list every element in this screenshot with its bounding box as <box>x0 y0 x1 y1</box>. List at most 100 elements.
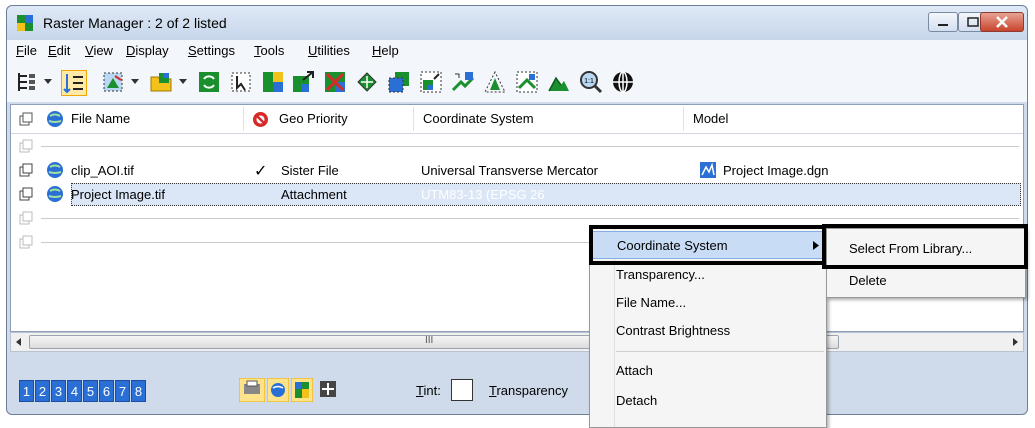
menu-item-detach[interactable]: Detach <box>590 387 826 415</box>
menu-settings[interactable]: Settings <box>188 43 235 58</box>
view-button-4[interactable]: 4 <box>67 380 82 402</box>
table-row[interactable]: clip_AOI.tif ✓ Sister File Universal Tra… <box>11 159 1023 183</box>
raster-display-icon[interactable] <box>19 187 33 201</box>
tint-color-swatch[interactable] <box>451 379 473 401</box>
close-icon <box>996 16 1008 28</box>
open-folder-dropdown-icon[interactable] <box>179 79 187 84</box>
menu-separator <box>616 351 824 352</box>
menu-item-attach[interactable]: Attach <box>590 357 826 385</box>
raster-display-icon <box>19 112 33 126</box>
coordinate-system-cell: Universal Transverse Mercator <box>421 163 598 178</box>
view-button-6[interactable]: 6 <box>99 380 114 402</box>
warp-raster-icon[interactable] <box>355 70 379 94</box>
mirror-raster-icon[interactable] <box>483 70 507 94</box>
globe-display-icon[interactable] <box>267 378 289 402</box>
menu-item-label: Transparency... <box>616 267 705 282</box>
select-raster-icon[interactable] <box>229 70 253 94</box>
view-button-7[interactable]: 7 <box>115 380 130 402</box>
clip-raster-icon[interactable] <box>387 70 411 94</box>
file-globe-icon <box>47 162 63 178</box>
open-folder-icon[interactable] <box>149 70 173 94</box>
minimize-icon <box>938 24 948 26</box>
list-order-icon[interactable] <box>61 70 87 96</box>
globe-icon[interactable] <box>611 70 635 94</box>
model-cell: Project Image.dgn <box>723 163 829 178</box>
clip-mask-icon[interactable] <box>515 70 539 94</box>
scale-raster-icon[interactable] <box>419 70 443 94</box>
column-file-name[interactable]: File Name <box>71 105 130 133</box>
view-button-8[interactable]: 8 <box>131 380 146 402</box>
menu-edit[interactable]: Edit <box>48 43 70 58</box>
view-button-5[interactable]: 5 <box>83 380 98 402</box>
transparency-label: Transparency <box>489 383 569 398</box>
fit-extents-icon[interactable] <box>319 380 337 398</box>
menu-item-file-name[interactable]: File Name... <box>590 289 826 317</box>
window-title: Raster Manager : 2 of 2 listed <box>43 15 227 31</box>
annotation-highlight-coordinate-system <box>589 225 826 265</box>
menu-tools[interactable]: Tools <box>254 43 284 58</box>
list-header: File Name Geo Priority Coordinate System… <box>11 105 1023 134</box>
menu-file[interactable]: File <box>16 43 37 58</box>
reload-raster-icon[interactable] <box>197 70 221 94</box>
scroll-left-icon[interactable] <box>15 337 23 347</box>
rotate-raster-icon[interactable] <box>451 70 475 94</box>
table-row-selected[interactable]: Project Image.tif Attachment UTM83-13 (E… <box>11 183 1023 207</box>
view-button-1[interactable]: 1 <box>19 380 34 402</box>
raster-display-icon <box>19 211 33 225</box>
raster-display-icon[interactable] <box>19 163 33 177</box>
minimize-button[interactable] <box>928 12 958 32</box>
checkmark: ✓ <box>254 163 268 180</box>
submenu-item-delete[interactable]: Delete <box>827 267 1025 295</box>
row-selection <box>71 183 1021 206</box>
column-separator[interactable] <box>413 107 414 131</box>
column-geo-priority[interactable]: Geo Priority <box>279 105 348 133</box>
column-separator[interactable] <box>683 107 684 131</box>
menu-utilities[interactable]: Utilities <box>308 43 350 58</box>
raster-display-icon <box>19 235 33 249</box>
terrain-icon[interactable] <box>547 70 571 94</box>
column-coordinate-system[interactable]: Coordinate System <box>423 105 534 133</box>
view-button-3[interactable]: 3 <box>51 380 66 402</box>
tree-view-icon[interactable] <box>15 70 39 94</box>
svg-text:1:1: 1:1 <box>584 78 594 85</box>
table-row[interactable] <box>11 135 1023 159</box>
file-globe-icon <box>47 186 63 202</box>
file-name-cell: clip_AOI.tif <box>71 163 134 178</box>
menu-bar: File Edit View Display Settings Tools Ut… <box>7 40 1027 62</box>
detach-raster-icon[interactable] <box>323 70 347 94</box>
menu-view[interactable]: View <box>85 43 113 58</box>
coordinate-system-cell: UTM83-13 (EPSG 26 <box>421 187 545 202</box>
print-raster-icon[interactable] <box>239 378 265 402</box>
dgn-model-icon <box>700 162 716 178</box>
menu-item-label: Attach <box>616 363 653 378</box>
raster-select-icon[interactable] <box>101 70 125 94</box>
menu-item-transparency[interactable]: Transparency... <box>590 261 826 289</box>
menu-item-label: File Name... <box>616 295 687 310</box>
raster-color-icon[interactable] <box>261 70 285 94</box>
view-button-2[interactable]: 2 <box>35 380 50 402</box>
tree-view-dropdown-icon[interactable] <box>44 79 52 84</box>
close-button[interactable] <box>980 12 1024 32</box>
menu-item-label: Delete <box>849 273 887 288</box>
raster-display-icon <box>19 139 33 153</box>
annotation-highlight-select-from-library <box>822 224 1028 269</box>
geo-priority-icon <box>253 112 268 127</box>
geo-priority-cell: Attachment <box>281 187 347 202</box>
raster-bands-icon[interactable] <box>291 378 313 402</box>
title-bar[interactable]: Raster Manager : 2 of 2 listed <box>7 6 1027 40</box>
scroll-right-icon[interactable] <box>1011 337 1019 347</box>
scrollbar-grip: III <box>425 335 434 346</box>
menu-help[interactable]: Help <box>372 43 399 58</box>
column-separator[interactable] <box>243 107 244 131</box>
raster-move-icon[interactable] <box>291 70 315 94</box>
file-name-cell: Project Image.tif <box>71 187 165 202</box>
zoom-1to1-icon[interactable]: 1:1 <box>579 70 603 94</box>
menu-display[interactable]: Display <box>126 43 169 58</box>
column-model[interactable]: Model <box>693 105 728 133</box>
row-divider <box>41 146 1019 147</box>
raster-select-dropdown-icon[interactable] <box>131 79 139 84</box>
horizontal-scrollbar[interactable]: III <box>10 332 1024 352</box>
menu-item-contrast-brightness[interactable]: Contrast Brightness <box>590 317 826 345</box>
geo-priority-cell: Sister File <box>281 163 339 178</box>
tint-label: Tint: <box>416 383 441 398</box>
